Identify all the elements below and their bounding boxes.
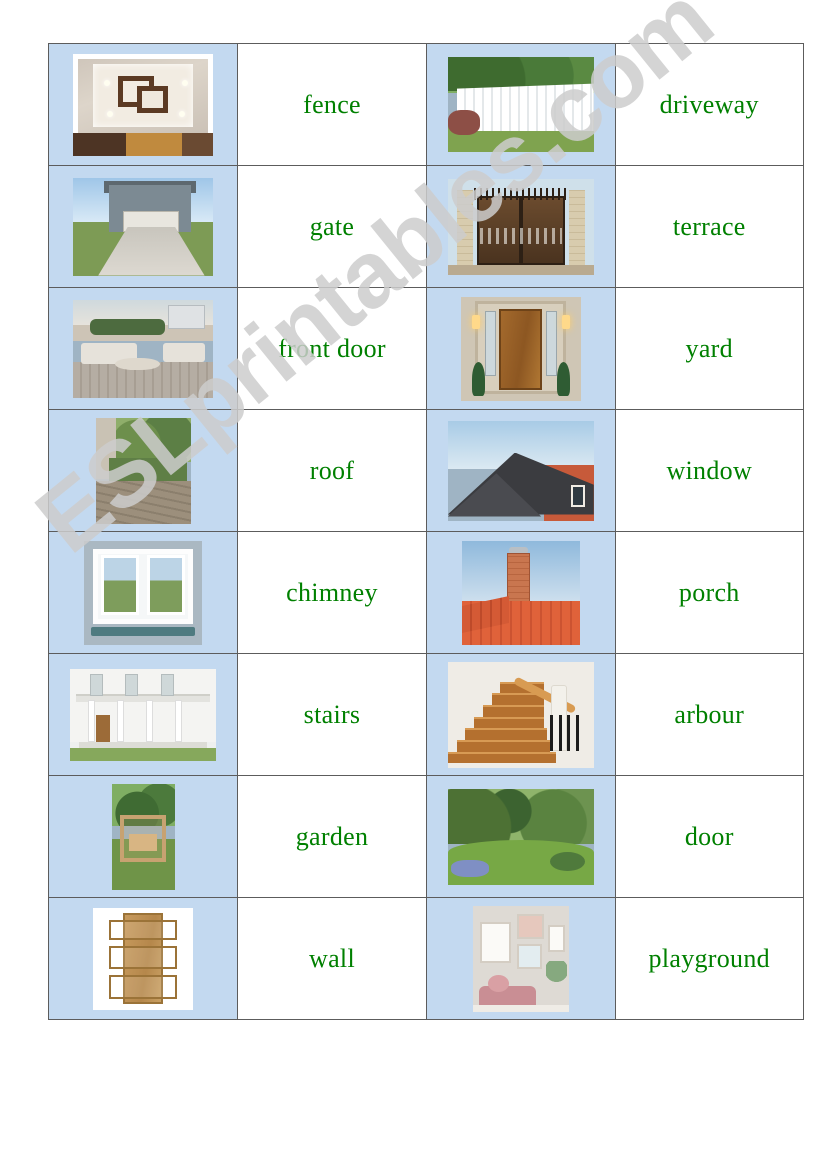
picture-cell-wooden-interior-door[interactable] — [48, 897, 238, 1020]
wall-with-picture-frames-image — [472, 905, 569, 1012]
word-cell-wall[interactable]: wall — [237, 897, 427, 1020]
word-cell-yard[interactable]: yard — [614, 287, 804, 410]
brick-chimney-on-tiled-roof-image — [461, 540, 580, 645]
word-label: fence — [303, 89, 361, 119]
table-row: front door yard — [48, 287, 804, 410]
word-label: door — [684, 821, 734, 851]
word-cell-front-door[interactable]: front door — [237, 287, 427, 410]
word-cell-roof[interactable]: roof — [237, 409, 427, 532]
picture-cell-tiled-house-roof[interactable] — [426, 409, 616, 532]
white-house-with-porch-image — [70, 668, 216, 761]
word-cell-door[interactable]: door — [614, 775, 804, 898]
tiled-house-roof-image — [447, 420, 594, 521]
garden-patio-deck-image — [95, 417, 191, 524]
word-cell-driveway[interactable]: driveway — [614, 43, 804, 166]
picture-cell-garden-arbour-swing[interactable] — [48, 775, 238, 898]
word-label: arbour — [674, 699, 745, 729]
word-label: stairs — [303, 699, 361, 729]
picture-cell-house-with-driveway[interactable] — [48, 165, 238, 288]
worksheet-page: ESLprintables.com fence driveway gate te… — [0, 0, 821, 1161]
word-cell-playground[interactable]: playground — [614, 897, 804, 1020]
table-row: garden door — [48, 775, 804, 898]
word-cell-arbour[interactable]: arbour — [614, 653, 804, 776]
word-cell-stairs[interactable]: stairs — [237, 653, 427, 776]
outdoor-terrace-lounge-image — [73, 299, 213, 398]
wooden-interior-door-image — [93, 907, 193, 1010]
picture-cell-wooden-indoor-staircase[interactable] — [426, 653, 616, 776]
wooden-indoor-staircase-image — [447, 661, 594, 768]
wrought-iron-gate-image — [447, 178, 594, 275]
word-label: driveway — [659, 89, 759, 119]
table-row: gate terrace — [48, 165, 804, 288]
word-label: garden — [295, 821, 369, 851]
picture-cell-garden-patio-deck[interactable] — [48, 409, 238, 532]
table-row: roof window — [48, 409, 804, 532]
picture-cell-wooden-front-door-with-lamps[interactable] — [426, 287, 616, 410]
word-cell-window[interactable]: window — [614, 409, 804, 532]
word-label: yard — [685, 333, 733, 363]
word-label: front door — [278, 333, 386, 363]
word-label: wall — [309, 943, 355, 973]
garden-arbour-swing-image — [111, 783, 175, 890]
word-cell-garden[interactable]: garden — [237, 775, 427, 898]
picture-cell-ceiling-design-interior[interactable] — [48, 43, 238, 166]
picture-cell-open-white-window[interactable] — [48, 531, 238, 654]
table-row: chimney porch — [48, 531, 804, 654]
house-with-driveway-image — [73, 177, 213, 276]
landscaped-garden-lawn-image — [447, 788, 594, 885]
picture-cell-outdoor-terrace-lounge[interactable] — [48, 287, 238, 410]
table-row: stairs arbour — [48, 653, 804, 776]
picture-cell-landscaped-garden-lawn[interactable] — [426, 775, 616, 898]
word-label: chimney — [286, 577, 378, 607]
white-picket-fence-image — [447, 57, 594, 152]
word-cell-fence[interactable]: fence — [237, 43, 427, 166]
word-cell-gate[interactable]: gate — [237, 165, 427, 288]
word-cell-terrace[interactable]: terrace — [614, 165, 804, 288]
word-cell-chimney[interactable]: chimney — [237, 531, 427, 654]
word-label: terrace — [672, 211, 746, 241]
word-label: gate — [309, 211, 355, 241]
ceiling-design-interior-image — [73, 53, 213, 156]
picture-cell-wall-with-picture-frames[interactable] — [426, 897, 616, 1020]
word-cell-porch[interactable]: porch — [614, 531, 804, 654]
table-row: wall playground — [48, 897, 804, 1020]
word-label: playground — [648, 943, 770, 973]
matching-table: fence driveway gate terrace front door y… — [48, 43, 804, 1020]
table-row: fence driveway — [48, 43, 804, 166]
picture-cell-wrought-iron-gate[interactable] — [426, 165, 616, 288]
word-label: window — [666, 455, 753, 485]
picture-cell-brick-chimney-on-tiled-roof[interactable] — [426, 531, 616, 654]
open-white-window-image — [84, 540, 202, 645]
wooden-front-door-with-lamps-image — [460, 296, 581, 401]
word-label: porch — [678, 577, 740, 607]
word-label: roof — [309, 455, 355, 485]
picture-cell-white-picket-fence[interactable] — [426, 43, 616, 166]
picture-cell-white-house-with-porch[interactable] — [48, 653, 238, 776]
